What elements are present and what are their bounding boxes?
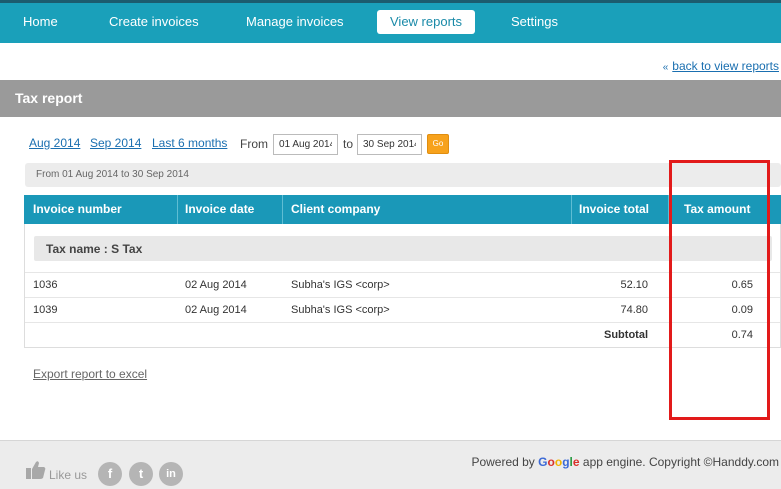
cell-client-company: Subha's IGS <corp> (291, 279, 390, 291)
quick-link-aug-2014[interactable]: Aug 2014 (29, 136, 80, 150)
col-header-invoice-number[interactable]: Invoice number (33, 195, 122, 224)
table-row[interactable]: 1036 02 Aug 2014 Subha's IGS <corp> 52.1… (25, 272, 780, 298)
go-button[interactable]: Go (427, 134, 449, 154)
date-range-text: From 01 Aug 2014 to 30 Sep 2014 (36, 169, 189, 180)
quick-link-last-6-months[interactable]: Last 6 months (152, 136, 227, 150)
cell-invoice-total: 52.10 (620, 279, 648, 291)
footer: Like us f t in Powered by Google app eng… (0, 440, 781, 489)
subtotal-row: Subtotal 0.74 (25, 322, 780, 348)
to-date-input[interactable] (357, 134, 422, 155)
nav-settings[interactable]: Settings (511, 10, 558, 34)
cell-invoice-number: 1039 (33, 304, 58, 316)
facebook-icon[interactable]: f (98, 462, 122, 486)
back-to-view-reports-link[interactable]: «back to view reports (663, 59, 779, 73)
from-date-input[interactable] (273, 134, 338, 155)
cell-client-company: Subha's IGS <corp> (291, 304, 390, 316)
header-divider (282, 195, 283, 224)
google-logo: Google (538, 455, 580, 469)
date-range-bar: From 01 Aug 2014 to 30 Sep 2014 (25, 163, 781, 187)
subtotal-label: Subtotal (604, 329, 648, 341)
cell-invoice-number: 1036 (33, 279, 58, 291)
header-divider (571, 195, 572, 224)
tax-group-header: Tax name : S Tax (34, 236, 772, 261)
twitter-icon[interactable]: t (129, 462, 153, 486)
from-label: From (240, 137, 268, 151)
col-header-client-company[interactable]: Client company (291, 195, 380, 224)
thumbs-up-icon (26, 461, 46, 479)
powered-by-suffix: app engine. Copyright (582, 455, 701, 469)
cell-invoice-date: 02 Aug 2014 (185, 279, 247, 291)
tax-report-table: Invoice number Invoice date Client compa… (24, 195, 781, 348)
nav-manage-invoices[interactable]: Manage invoices (246, 10, 344, 34)
company-name: Handdy.com (712, 455, 779, 469)
export-to-excel-link[interactable]: Export report to excel (33, 367, 147, 381)
nav-create-invoices[interactable]: Create invoices (109, 10, 199, 34)
powered-by-prefix: Powered by (471, 455, 535, 469)
double-chevron-left-icon: « (662, 62, 669, 73)
powered-by-credit: Powered by Google app engine. Copyright … (471, 455, 779, 469)
back-link-label: back to view reports (672, 59, 779, 73)
copyright-symbol: © (703, 455, 713, 469)
cell-invoice-total: 74.80 (620, 304, 648, 316)
col-header-invoice-total[interactable]: Invoice total (579, 195, 649, 224)
page-title-bar: Tax report (0, 80, 781, 117)
table-header: Invoice number Invoice date Client compa… (24, 195, 781, 224)
tax-amount-highlight-box (669, 160, 770, 420)
nav-view-reports[interactable]: View reports (377, 10, 476, 34)
quick-link-sep-2014[interactable]: Sep 2014 (90, 136, 141, 150)
like-us-label: Like us (49, 468, 88, 482)
page-title: Tax report (15, 90, 83, 106)
nav-home[interactable]: Home (23, 10, 58, 34)
linkedin-icon[interactable]: in (159, 462, 183, 486)
cell-invoice-date: 02 Aug 2014 (185, 304, 247, 316)
header-divider (177, 195, 178, 224)
table-row[interactable]: 1039 02 Aug 2014 Subha's IGS <corp> 74.8… (25, 297, 780, 323)
tax-group-label: Tax name : S Tax (46, 242, 143, 256)
to-label: to (343, 137, 354, 151)
top-nav: Home Create invoices Manage invoices Vie… (0, 3, 781, 43)
col-header-invoice-date[interactable]: Invoice date (185, 195, 254, 224)
